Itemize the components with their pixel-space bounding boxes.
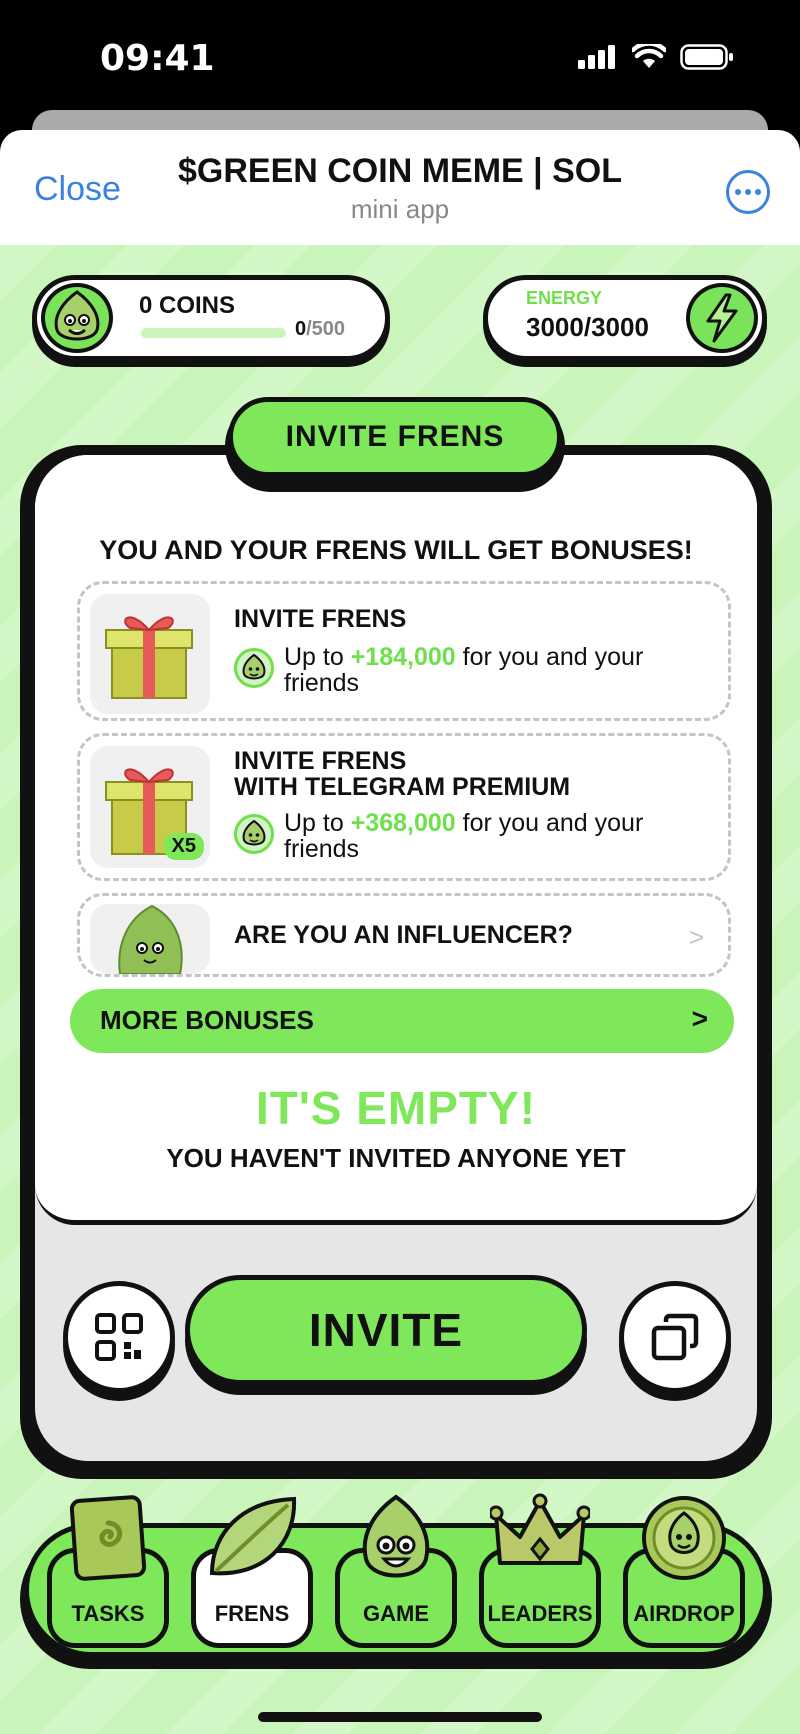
chevron-right-icon: > bbox=[688, 922, 704, 952]
bonus-amount: +368,000 bbox=[350, 809, 456, 837]
tasks-icon bbox=[68, 1493, 148, 1588]
bonus-reward: Up to +368,000 for you and your friends bbox=[234, 810, 704, 862]
app-subtitle: mini app bbox=[350, 194, 450, 224]
empty-state-title: IT'S EMPTY! bbox=[255, 1082, 537, 1134]
bonus-title-line1: INVITE FRENS bbox=[234, 747, 407, 775]
nav-label: FRENS bbox=[214, 1601, 290, 1626]
copy-link-button[interactable] bbox=[619, 1281, 731, 1393]
wifi-icon bbox=[632, 44, 666, 68]
home-indicator bbox=[258, 1712, 542, 1722]
qr-code-icon bbox=[95, 1313, 143, 1361]
bonus-panel: YOU AND YOUR FRENS WILL GET BONUSES! INV… bbox=[35, 455, 757, 1225]
coin-icon bbox=[234, 648, 274, 688]
gift-icon bbox=[90, 594, 210, 714]
section-title: INVITE FRENS bbox=[228, 397, 562, 477]
qr-code-button[interactable] bbox=[63, 1281, 175, 1393]
chevron-right-icon: > bbox=[691, 1003, 708, 1034]
nav-item-leaders[interactable]: LEADERS bbox=[479, 1493, 601, 1648]
more-bonuses-button[interactable]: MORE BONUSES > bbox=[70, 989, 734, 1053]
energy-value: 3000/3000 bbox=[526, 312, 649, 342]
status-icons bbox=[578, 44, 734, 70]
coins-max: /500 bbox=[306, 318, 346, 340]
bonus-title: INVITE FRENS WITH TELEGRAM PREMIUM bbox=[234, 748, 570, 800]
coins-pill: 0 COINS 0/500 bbox=[32, 275, 390, 361]
battery-icon bbox=[680, 44, 733, 70]
nav-label: TASKS bbox=[71, 1601, 145, 1626]
mascot-icon bbox=[354, 1493, 438, 1594]
bonus-prefix: Up to bbox=[284, 643, 351, 671]
coins-label: 0 COINS bbox=[139, 292, 236, 319]
energy-pill: ENERGY 3000/3000 bbox=[483, 275, 767, 361]
bonus-description: Up to +368,000 for you and your friends bbox=[284, 810, 704, 862]
energy-label: ENERGY bbox=[526, 288, 603, 308]
mascot-avatar-icon bbox=[41, 283, 113, 353]
invite-card: YOU AND YOUR FRENS WILL GET BONUSES! INV… bbox=[30, 450, 762, 1466]
invite-button[interactable]: INVITE bbox=[185, 1275, 587, 1385]
nav-item-airdrop[interactable]: AIRDROP bbox=[623, 1496, 745, 1648]
coins-current: 0 bbox=[295, 318, 307, 340]
bonus-title: ARE YOU AN INFLUENCER? bbox=[234, 921, 573, 949]
bonus-item-invite: INVITE FRENS Up to +184,000 for you and … bbox=[77, 581, 731, 721]
bottom-nav: TASKS FRENS GAME LEADERS AIRDROP bbox=[24, 1493, 768, 1657]
lightning-icon bbox=[686, 283, 758, 353]
nav-label: AIRDROP bbox=[633, 1601, 735, 1626]
empty-state-subtitle: YOU HAVEN'T INVITED ANYONE YET bbox=[166, 1143, 626, 1173]
nav-item-game[interactable]: GAME bbox=[335, 1494, 457, 1648]
nav-label: GAME bbox=[363, 1601, 429, 1626]
app-area: 0 COINS 0/500 ENERGY 3000/3000 YOU AND Y… bbox=[0, 245, 800, 1734]
bonus-title-line2: WITH TELEGRAM PREMIUM bbox=[234, 773, 571, 801]
coin-icon bbox=[639, 1493, 729, 1588]
app-title: $GREEN COIN MEME | SOL bbox=[177, 152, 622, 190]
nav-label: LEADERS bbox=[487, 1601, 593, 1626]
bonus-description: Up to +184,000 for you and your friends bbox=[284, 644, 704, 696]
crown-icon bbox=[488, 1493, 592, 1582]
bonus-prefix: Up to bbox=[284, 809, 351, 837]
coin-icon bbox=[234, 814, 274, 854]
copy-icon bbox=[651, 1313, 699, 1361]
status-bar: 09:41 bbox=[0, 0, 800, 110]
multiplier-badge: X5 bbox=[163, 833, 204, 860]
status-time: 09:41 bbox=[100, 38, 215, 79]
bonus-reward: Up to +184,000 for you and your friends bbox=[234, 644, 704, 696]
leaf-mascot-icon bbox=[90, 904, 210, 974]
bonus-title: INVITE FRENS bbox=[234, 605, 407, 633]
bonus-heading: YOU AND YOUR FRENS WILL GET BONUSES! bbox=[99, 535, 693, 565]
bonus-item-premium: X5 INVITE FRENS WITH TELEGRAM PREMIUM Up … bbox=[77, 733, 731, 881]
more-options-icon[interactable] bbox=[726, 170, 770, 214]
more-bonuses-label: MORE BONUSES bbox=[100, 1005, 314, 1035]
nav-item-tasks[interactable]: TASKS bbox=[47, 1495, 169, 1648]
coins-count: 0/500 bbox=[295, 318, 345, 341]
leaf-icon bbox=[202, 1493, 302, 1588]
bonus-amount: +184,000 bbox=[350, 643, 456, 671]
nav-item-frens[interactable]: FRENS bbox=[191, 1496, 313, 1648]
telegram-header: Close $GREEN COIN MEME | SOL mini app bbox=[0, 130, 800, 245]
coins-progress-bar bbox=[141, 328, 286, 338]
signal-icon bbox=[578, 45, 615, 69]
gift-icon: X5 bbox=[90, 746, 210, 868]
bonus-item-influencer[interactable]: ARE YOU AN INFLUENCER? > bbox=[77, 893, 731, 977]
